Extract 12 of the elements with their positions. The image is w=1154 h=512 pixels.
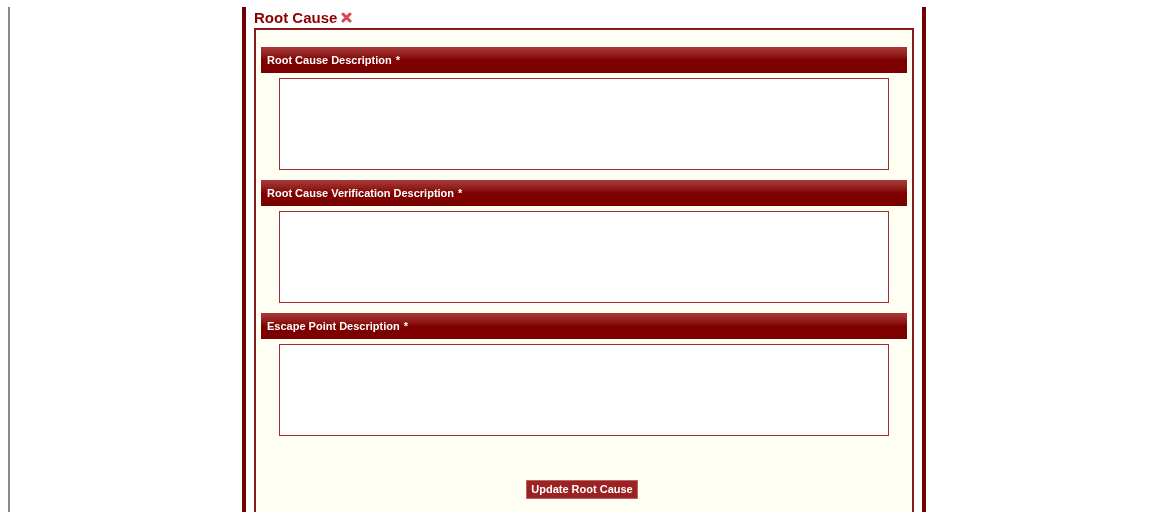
description-field[interactable] [279, 78, 889, 170]
description-field[interactable] [279, 344, 889, 436]
section-label: Root Cause Description [267, 52, 392, 68]
required-mark: * [458, 185, 463, 201]
description-field[interactable] [279, 211, 889, 303]
required-mark: * [403, 318, 408, 334]
panel-title: Root Cause [254, 9, 338, 25]
required-mark: * [395, 52, 400, 68]
section-label: Escape Point Description [267, 318, 400, 334]
close-icon[interactable] [341, 11, 353, 23]
update-root-cause-button[interactable]: Update Root Cause [526, 480, 638, 499]
section-label: Root Cause Verification Description [267, 185, 455, 201]
